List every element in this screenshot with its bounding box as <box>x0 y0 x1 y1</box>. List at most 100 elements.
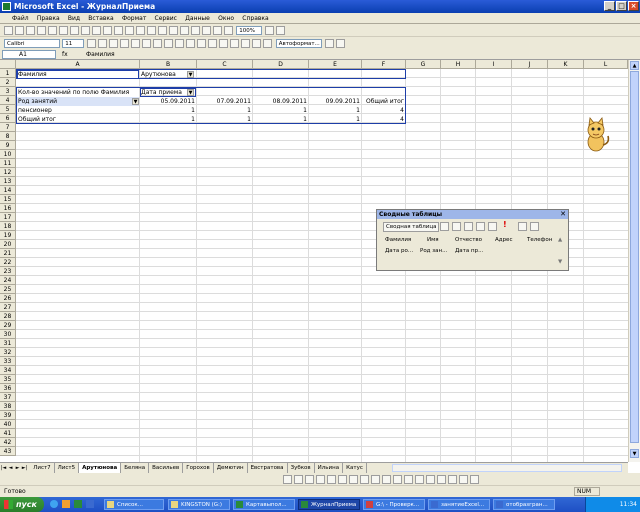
align-right-icon[interactable] <box>142 39 152 48</box>
font-color-icon[interactable] <box>426 475 435 484</box>
email-icon[interactable] <box>48 26 57 35</box>
taskbar-item[interactable]: KINGSTON (G:) <box>168 499 230 510</box>
copy-icon[interactable] <box>114 26 123 35</box>
row-header[interactable]: 28 <box>0 312 16 321</box>
row-header[interactable]: 26 <box>0 294 16 303</box>
sheet-tab[interactable]: Беляна <box>121 463 150 473</box>
shadow-icon[interactable] <box>470 475 479 484</box>
new-icon[interactable] <box>4 26 13 35</box>
align-center-icon[interactable] <box>131 39 141 48</box>
pivot-field-button[interactable]: Дата ро... <box>385 247 413 255</box>
row-header[interactable]: 14 <box>0 186 16 195</box>
menu-edit[interactable]: Правка <box>34 13 63 24</box>
drawing-icon[interactable] <box>224 26 233 35</box>
row-header[interactable]: 13 <box>0 177 16 186</box>
first-sheet-icon[interactable]: |◄ <box>0 463 7 473</box>
row-header[interactable]: 6 <box>0 114 16 123</box>
row-header[interactable]: 8 <box>0 132 16 141</box>
row-header[interactable]: 4 <box>0 96 16 105</box>
row-header[interactable]: 42 <box>0 438 16 447</box>
vertical-scrollbar[interactable]: ▲ ▼ <box>628 60 640 462</box>
scroll-down-icon[interactable]: ▼ <box>630 449 639 458</box>
sheet-tab[interactable]: Демютин <box>214 463 248 473</box>
sheet-tab[interactable]: Лист7 <box>30 463 55 473</box>
italic-icon[interactable] <box>98 39 108 48</box>
scroll-up-icon[interactable]: ▲ <box>558 236 562 244</box>
pivot-icon[interactable] <box>276 26 286 35</box>
ie-icon[interactable] <box>50 500 58 508</box>
row-header[interactable]: 25 <box>0 285 16 294</box>
picture-icon[interactable] <box>393 475 402 484</box>
decrease-decimal-icon[interactable] <box>208 39 218 48</box>
sort-descending-icon[interactable] <box>202 26 211 35</box>
row-header[interactable]: 11 <box>0 159 16 168</box>
horizontal-scrollbar[interactable] <box>392 464 622 472</box>
clipart-icon[interactable] <box>382 475 391 484</box>
draw-icon[interactable] <box>283 475 292 484</box>
last-sheet-icon[interactable]: ►| <box>21 463 28 473</box>
menu-tools[interactable]: Сервис <box>152 13 180 24</box>
column-header[interactable]: G <box>406 60 441 69</box>
font-size-select[interactable]: 11 <box>62 39 85 48</box>
menu-file[interactable]: Файл <box>0 13 32 24</box>
textbox-icon[interactable] <box>349 475 358 484</box>
row-header[interactable]: 15 <box>0 195 16 204</box>
sheet-tab-active[interactable]: Арутюнова <box>79 463 122 473</box>
column-header[interactable]: K <box>548 60 584 69</box>
row-header[interactable]: 31 <box>0 339 16 348</box>
line-icon[interactable] <box>305 475 314 484</box>
row-header[interactable]: 35 <box>0 375 16 384</box>
sheet-tab[interactable]: Ильина <box>315 463 344 473</box>
select-all-corner[interactable] <box>0 60 16 69</box>
column-header[interactable]: A <box>16 60 140 69</box>
row-header[interactable]: 24 <box>0 276 16 285</box>
row-header[interactable]: 19 <box>0 231 16 240</box>
row-header[interactable]: 10 <box>0 150 16 159</box>
arrow-style-icon[interactable] <box>459 475 468 484</box>
grow-font-icon[interactable] <box>324 39 334 48</box>
menu-format[interactable]: Формат <box>119 13 149 24</box>
row-header[interactable]: 21 <box>0 249 16 258</box>
pivot-wizard-icon[interactable] <box>464 222 473 231</box>
pivot-field-button[interactable]: Имя <box>427 236 439 244</box>
sheet-tab[interactable]: Евстратова <box>248 463 288 473</box>
row-header[interactable]: 37 <box>0 393 16 402</box>
wordart-icon[interactable] <box>360 475 369 484</box>
pivot-field-button[interactable]: Дата пр... <box>455 247 483 255</box>
menu-help[interactable]: Справка <box>239 13 271 24</box>
show-detail-icon[interactable] <box>488 222 497 231</box>
zoom-select[interactable]: 100% <box>236 26 263 35</box>
research-icon[interactable] <box>92 26 101 35</box>
row-header[interactable]: 30 <box>0 330 16 339</box>
refresh-data-icon[interactable]: ! <box>503 220 507 229</box>
sort-ascending-icon[interactable] <box>191 26 200 35</box>
print-preview-icon[interactable] <box>70 26 79 35</box>
row-header[interactable]: 39 <box>0 411 16 420</box>
dash-style-icon[interactable] <box>448 475 457 484</box>
sheet-tab[interactable]: Васильев <box>149 463 184 473</box>
pivot-field-button[interactable]: Фамилия <box>385 236 411 244</box>
diagram-icon[interactable] <box>371 475 380 484</box>
autosum-icon[interactable] <box>180 26 189 35</box>
font-color-icon[interactable] <box>263 39 273 48</box>
maximize-button[interactable]: □ <box>616 1 627 11</box>
percent-icon[interactable] <box>175 39 185 48</box>
excel-quicklaunch-icon[interactable] <box>74 500 82 508</box>
undo-icon[interactable] <box>147 26 156 35</box>
scroll-thumb[interactable] <box>630 71 639 443</box>
autoformat-button[interactable]: Автоформат... <box>275 39 322 48</box>
row-header[interactable]: 29 <box>0 321 16 330</box>
name-box[interactable]: A1 <box>2 50 56 59</box>
pivot-menu-button[interactable]: Сводная таблица <box>383 222 440 232</box>
row-header[interactable]: 1 <box>0 69 16 78</box>
sheet-tab[interactable]: Зубков <box>288 463 315 473</box>
spelling-icon[interactable] <box>81 26 90 35</box>
open-icon[interactable] <box>15 26 24 35</box>
column-header[interactable]: J <box>512 60 548 69</box>
print-icon[interactable] <box>59 26 68 35</box>
row-header[interactable]: 5 <box>0 105 16 114</box>
help-icon[interactable] <box>265 26 275 35</box>
sheet-tab[interactable]: Лист5 <box>55 463 80 473</box>
row-header[interactable]: 7 <box>0 123 16 132</box>
scroll-up-icon[interactable]: ▲ <box>630 61 639 70</box>
